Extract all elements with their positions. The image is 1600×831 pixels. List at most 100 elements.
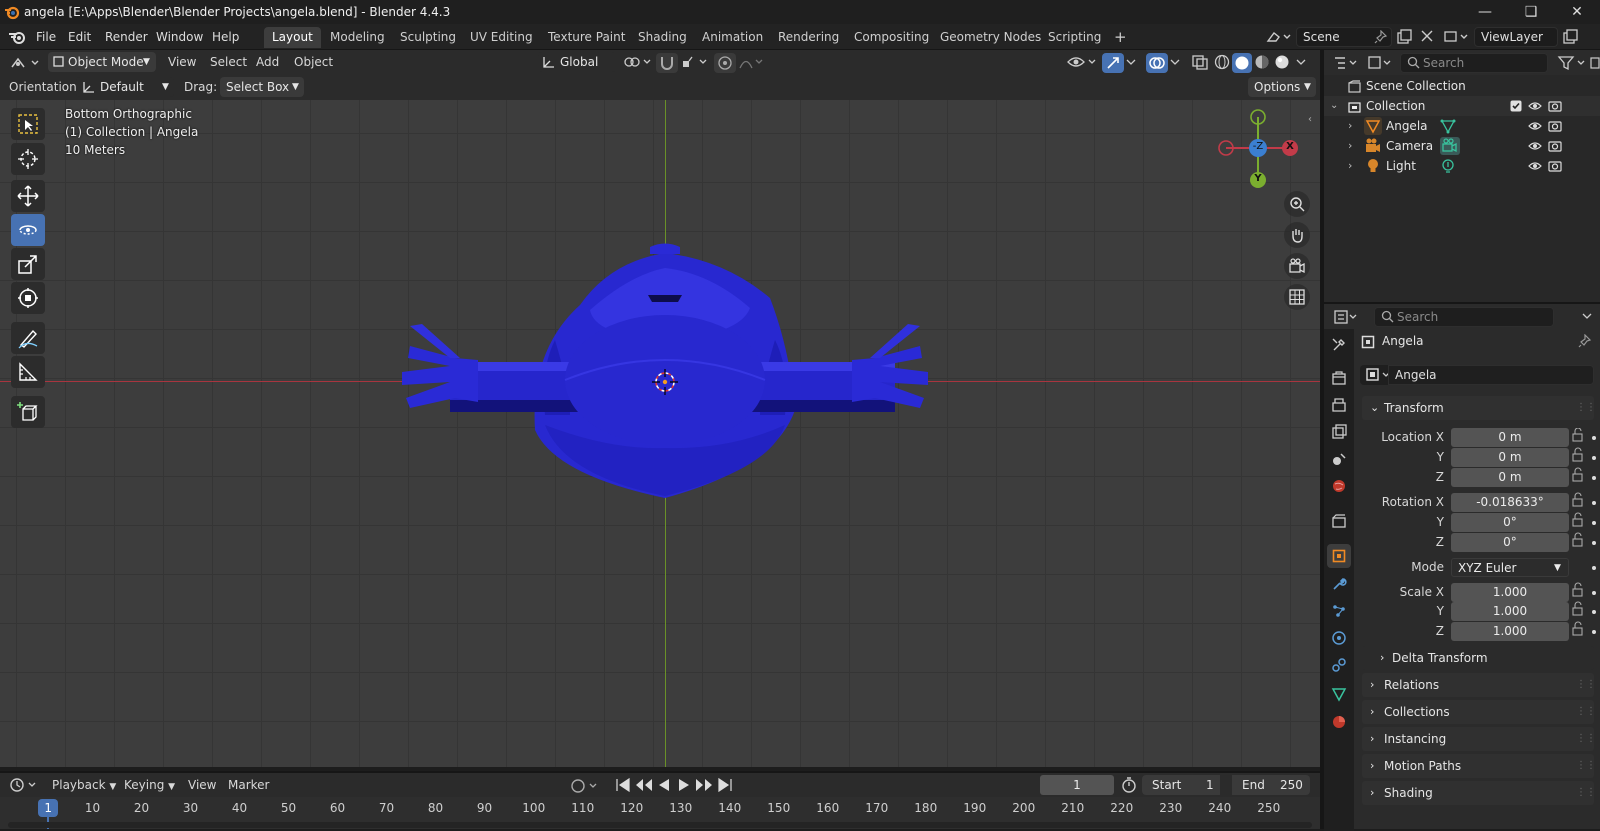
rotate-tool-icon[interactable]	[11, 214, 45, 246]
exclude-checkbox[interactable]	[1510, 100, 1522, 112]
viewport-menu-add[interactable]: Add	[256, 52, 279, 72]
tab-rendering[interactable]: Rendering	[770, 27, 847, 48]
add-workspace-plus-icon[interactable]: +	[1106, 27, 1135, 48]
tab-uv-editing[interactable]: UV Editing	[462, 27, 541, 48]
instancing-panel-header[interactable]: › Instancing ⋮⋮	[1362, 727, 1596, 751]
rendered-shading-icon[interactable]	[1272, 53, 1292, 71]
collection-row[interactable]: ⌄ Collection	[1324, 96, 1600, 116]
collections-panel-header[interactable]: › Collections ⋮⋮	[1362, 700, 1596, 724]
transform-orientation-dropdown[interactable]: Global	[538, 52, 616, 72]
drag-handle-icon[interactable]: ⋮⋮	[1576, 781, 1596, 805]
add-cube-tool-icon[interactable]	[11, 396, 45, 428]
view-layer-selector-icon[interactable]	[1442, 27, 1472, 47]
tab-compositing[interactable]: Compositing	[846, 27, 937, 48]
location-z-field[interactable]: 0 m	[1451, 468, 1569, 487]
remove-scene-icon[interactable]	[1420, 29, 1434, 43]
sidebar-toggle-chevron-icon[interactable]: ‹	[1308, 114, 1312, 125]
viewport-menu-view[interactable]: View	[168, 52, 196, 72]
navigation-gizmo[interactable]: -Z X Y	[1216, 108, 1300, 194]
wireframe-shading-icon[interactable]	[1212, 53, 1232, 71]
pin-icon[interactable]	[1374, 30, 1388, 44]
pan-hand-icon[interactable]	[1284, 222, 1310, 248]
render-camera-icon[interactable]	[1548, 159, 1562, 173]
transform-tool-icon[interactable]	[11, 282, 45, 314]
tab-modeling[interactable]: Modeling	[322, 27, 393, 48]
scale-y-field[interactable]: 1.000	[1451, 602, 1569, 621]
scene-selector-icon[interactable]	[1264, 27, 1294, 47]
visibility-eye-icon[interactable]	[1528, 160, 1542, 172]
maximize-button[interactable]: ❑	[1508, 0, 1554, 24]
move-tool-icon[interactable]	[11, 180, 45, 212]
expand-chevron-icon[interactable]: ›	[1348, 116, 1352, 136]
light-bulb-icon[interactable]	[1440, 158, 1456, 174]
menu-file[interactable]: File	[30, 28, 62, 46]
transform-panel-header[interactable]: ⌄ Transform ⋮⋮	[1362, 396, 1596, 420]
minimize-button[interactable]: —	[1462, 0, 1508, 24]
scale-tool-icon[interactable]	[11, 248, 45, 280]
drag-handle-icon[interactable]: ⋮⋮	[1576, 673, 1596, 697]
snap-magnet-icon[interactable]	[656, 53, 678, 73]
expand-chevron-icon[interactable]: ›	[1348, 156, 1352, 176]
stopwatch-icon[interactable]	[1120, 776, 1138, 794]
outliner-search-input[interactable]: Search	[1400, 53, 1548, 73]
drag-handle-icon[interactable]: ⋮⋮	[1576, 754, 1596, 778]
gizmo-toggle-icon[interactable]	[1102, 53, 1124, 73]
visibility-eye-icon[interactable]	[1528, 140, 1542, 152]
camera-icon[interactable]	[1440, 137, 1460, 155]
visibility-eye-icon[interactable]	[1066, 53, 1100, 71]
blender-menu-icon[interactable]	[8, 29, 26, 45]
tab-animation[interactable]: Animation	[694, 27, 771, 48]
proportional-edit-icon[interactable]	[714, 53, 736, 73]
play-icon[interactable]	[676, 777, 692, 793]
drag-handle-icon[interactable]: ⋮⋮	[1576, 727, 1596, 751]
timeline-menu-keying[interactable]: Keying ▼	[124, 775, 175, 795]
pivot-point-icon[interactable]	[622, 53, 654, 71]
mesh-triangle-icon[interactable]	[1440, 118, 1456, 134]
menu-edit[interactable]: Edit	[62, 28, 97, 46]
scale-z-field[interactable]: 1.000	[1451, 622, 1569, 641]
timeline-menu-marker[interactable]: Marker	[228, 775, 269, 795]
expand-chevron-icon[interactable]: ›	[1348, 136, 1352, 156]
shading-panel-header[interactable]: › Shading ⋮⋮	[1362, 781, 1596, 805]
cursor-tool-icon[interactable]	[11, 143, 45, 175]
output-tab-icon[interactable]	[1327, 393, 1351, 417]
filter-icon[interactable]	[1556, 53, 1590, 73]
data-tab-icon[interactable]	[1327, 682, 1351, 706]
orientation-dropdown[interactable]: Default ▼	[76, 77, 174, 97]
gizmo-dropdown-icon[interactable]	[1124, 53, 1138, 71]
location-y-field[interactable]: 0 m	[1451, 448, 1569, 467]
viewport-3d[interactable]: Bottom Orthographic (1) Collection | Ang…	[0, 100, 1320, 767]
visibility-eye-icon[interactable]	[1528, 120, 1542, 132]
jump-to-keyframe-forward-icon[interactable]	[694, 777, 714, 793]
tab-shading[interactable]: Shading	[630, 27, 695, 48]
xray-toggle-icon[interactable]	[1190, 53, 1210, 71]
shading-dropdown-icon[interactable]	[1294, 53, 1308, 71]
options-dropdown[interactable]: Options ▼	[1248, 77, 1316, 97]
drag-handle-icon[interactable]: ⋮⋮	[1576, 396, 1596, 420]
delta-transform-panel-header[interactable]: › Delta Transform	[1362, 646, 1594, 670]
tab-sculpting[interactable]: Sculpting	[392, 27, 464, 48]
timeline-ruler[interactable]: 1 10 20 30 40 50 60 70 80 90 100 110 120 130 140 150 160…	[0, 797, 1320, 829]
scene-collection-row[interactable]: Scene Collection	[1324, 76, 1600, 96]
outliner-item-angela[interactable]: › Angela	[1324, 116, 1600, 136]
timeline-menu-view[interactable]: View	[188, 775, 216, 795]
outliner-item-light[interactable]: › Light	[1324, 156, 1600, 176]
close-button[interactable]: ✕	[1554, 0, 1600, 24]
snap-target-icon[interactable]	[680, 53, 710, 71]
tab-geometry-nodes[interactable]: Geometry Nodes	[932, 27, 1049, 48]
object-name-field[interactable]: Angela	[1388, 365, 1594, 385]
timeline-menu-playback[interactable]: Playback ▼	[52, 775, 116, 795]
timeline-editor-type-icon[interactable]	[8, 775, 40, 795]
timeline-scrollbar[interactable]	[8, 822, 1312, 828]
start-frame-field[interactable]: Start 1	[1142, 775, 1220, 795]
object-mode-dropdown[interactable]: Object Mode ▼	[48, 52, 156, 72]
perspective-grid-icon[interactable]	[1284, 284, 1310, 310]
new-view-layer-icon[interactable]	[1562, 29, 1580, 45]
measure-tool-icon[interactable]	[11, 356, 45, 388]
collection-expand-chevron-icon[interactable]: ⌄	[1330, 96, 1338, 116]
relations-panel-header[interactable]: › Relations ⋮⋮	[1362, 673, 1596, 697]
zoom-icon[interactable]	[1284, 191, 1310, 217]
menu-help[interactable]: Help	[206, 28, 245, 46]
tab-texture-paint[interactable]: Texture Paint	[540, 27, 633, 48]
3d-cursor-icon[interactable]	[650, 367, 680, 397]
